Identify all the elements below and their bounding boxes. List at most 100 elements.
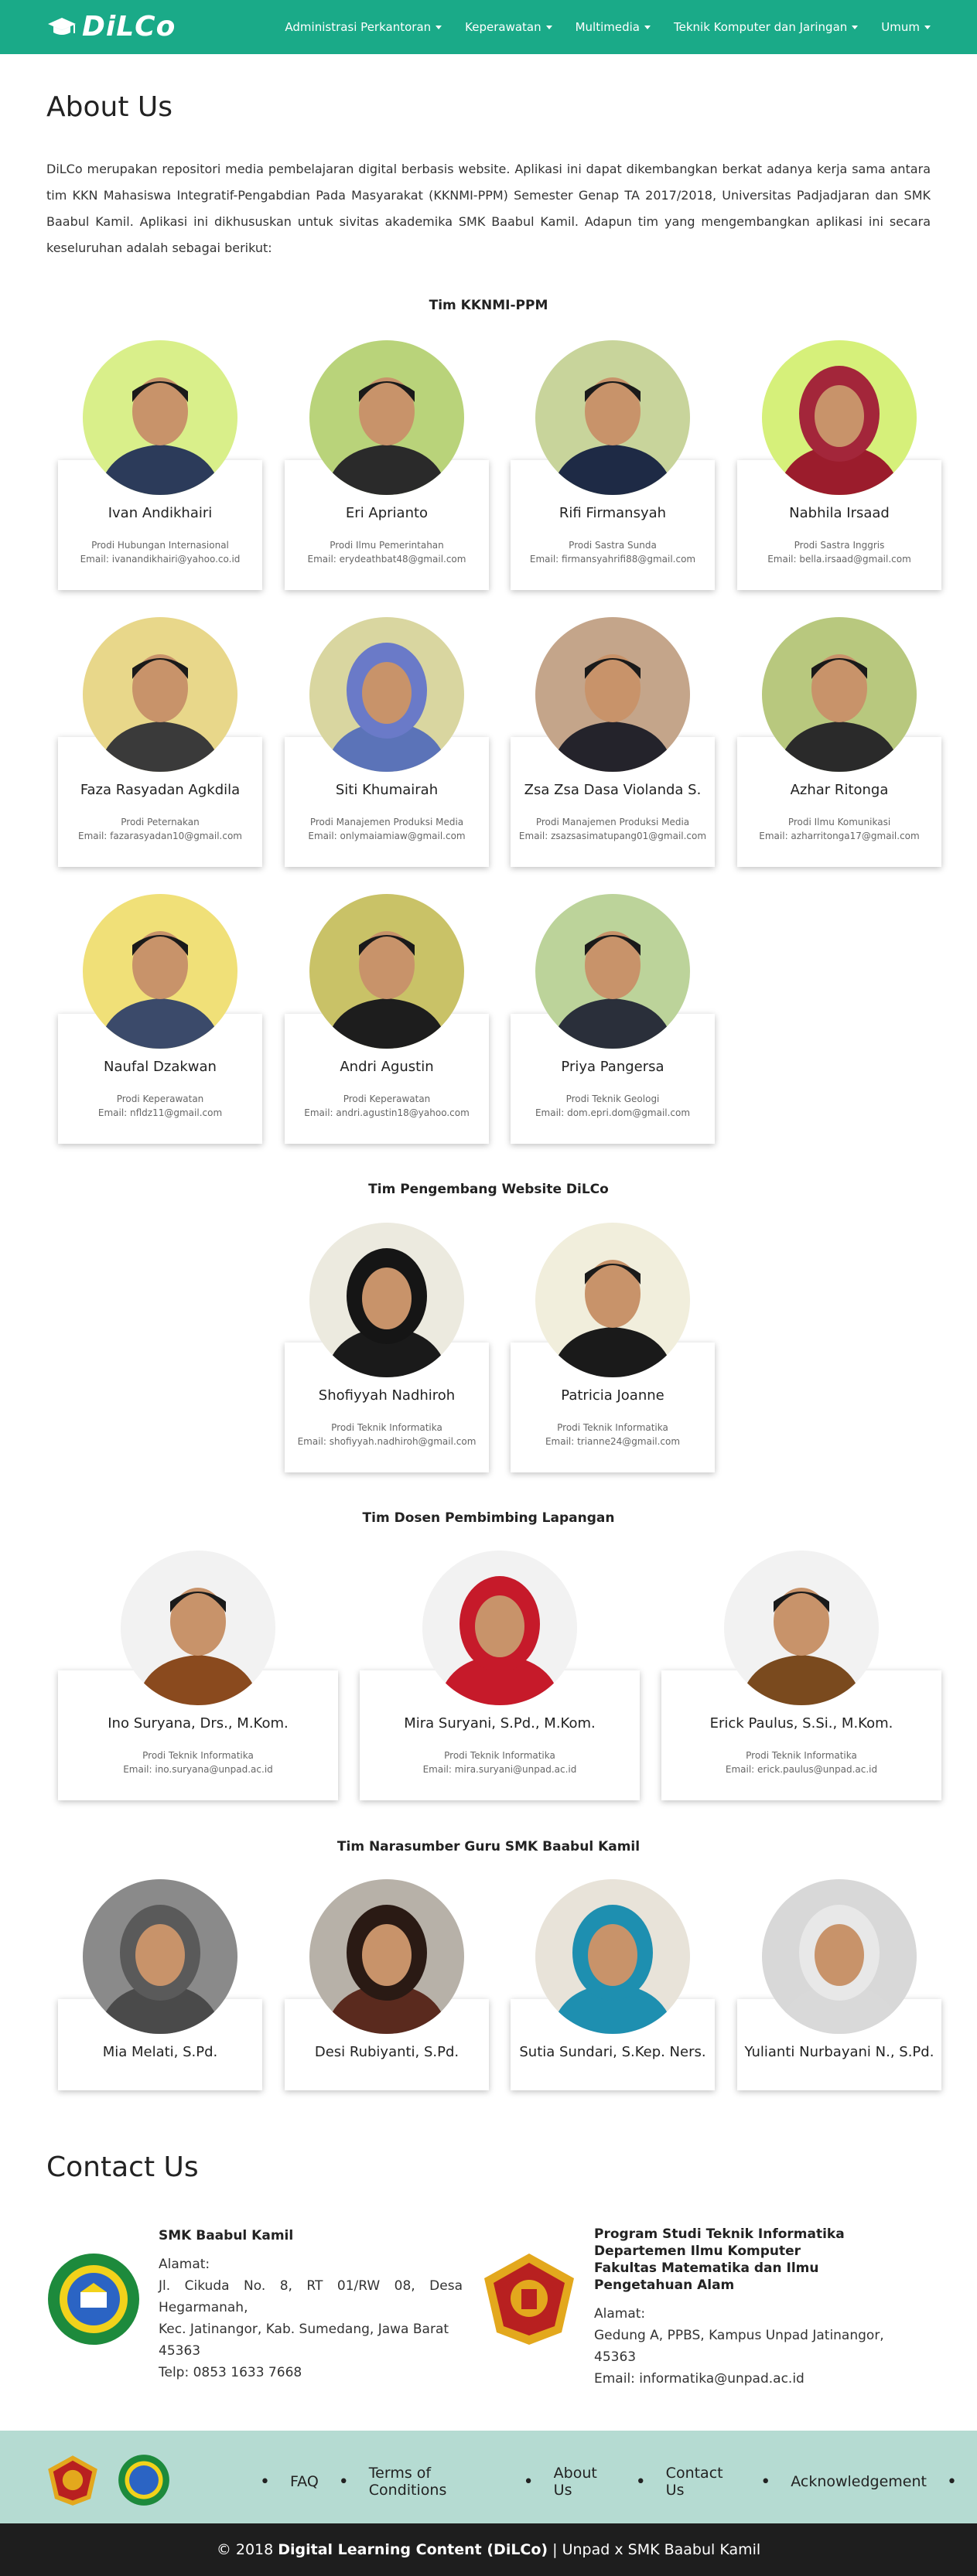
caret-down-icon: [924, 25, 931, 29]
member-prodi: Prodi Teknik Informatika: [746, 1750, 857, 1761]
member-email: Email: bella.irsaad@gmail.com: [767, 554, 911, 565]
contact-phone: Telp: 0853 1633 7668: [159, 2365, 302, 2380]
member-email: Email: andri.agustin18@yahoo.com: [304, 1107, 470, 1118]
caret-down-icon: [545, 25, 552, 29]
team-title-dosen: Tim Dosen Pembimbing Lapangan: [362, 1510, 615, 1526]
member-prodi: Prodi Keperawatan: [116, 1094, 204, 1104]
member-photo: [83, 894, 237, 1049]
smk-baabul-kamil-logo: [118, 2455, 169, 2506]
about-description: DiLCo merupakan repositori media pembela…: [46, 162, 931, 255]
member-photo: [535, 617, 690, 772]
member-photo: [535, 894, 690, 1049]
member-name: Erick Paulus, S.Si., M.Kom.: [709, 1715, 893, 1732]
footer-link-terms[interactable]: Terms of Conditions: [369, 2465, 504, 2499]
team-title-guru: Tim Narasumber Guru SMK Baabul Kamil: [336, 1839, 641, 1854]
contact-org-name: Program Studi Teknik Informatika: [594, 2226, 845, 2242]
address-line: Jl. Cikuda No. 8, RT 01/RW 08, Desa Hega…: [159, 2278, 463, 2315]
member-prodi: Prodi Peternakan: [121, 817, 200, 827]
menu-multimedia[interactable]: Multimedia: [576, 20, 651, 34]
menu-keperawatan[interactable]: Keperawatan: [465, 20, 552, 34]
member-name: Yulianti Nurbayani N., S.Pd.: [744, 2044, 934, 2060]
member-name: Shofiyyah Nadhiroh: [318, 1387, 456, 1404]
menu-administrasi-perkantoran[interactable]: Administrasi Perkantoran: [285, 20, 442, 34]
bullet-separator: •: [338, 2472, 349, 2492]
member-photo: [83, 1879, 237, 2034]
member-photo: [121, 1551, 275, 1705]
menu-umum[interactable]: Umum: [881, 20, 931, 34]
member-prodi: Prodi Sastra Sunda: [569, 540, 657, 551]
member-prodi: Prodi Ilmu Komunikasi: [787, 817, 891, 827]
member-photo: [535, 1223, 690, 1377]
caret-down-icon: [852, 25, 859, 29]
brand-name: DiLCo: [82, 11, 176, 43]
member-name: Andri Agustin: [340, 1059, 434, 1075]
member-prodi: Prodi Ilmu Pemerintahan: [330, 540, 444, 551]
footer-link-contact[interactable]: Contact Us: [666, 2465, 741, 2499]
member-email: Email: onlymaiamiaw@gmail.com: [308, 831, 466, 841]
footer-links: • FAQ • Terms of Conditions • About Us •…: [240, 2465, 977, 2499]
contact-faculty-name: Fakultas Matematika dan Ilmu Pengetahuan…: [594, 2260, 819, 2293]
caret-down-icon: [644, 25, 651, 29]
member-email: Email: trianne24@gmail.com: [545, 1436, 681, 1447]
caret-down-icon: [436, 25, 442, 29]
member-email: Email: shofiyyah.nadhiroh@gmail.com: [297, 1436, 477, 1447]
address-line: Gedung A, PPBS, Kampus Unpad Jatinangor,…: [594, 2328, 884, 2365]
member-prodi: Prodi Teknik Informatika: [444, 1750, 555, 1761]
unpad-logo: [48, 2455, 97, 2506]
member-photo: [83, 340, 237, 495]
member-prodi: Prodi Teknik Informatika: [331, 1422, 442, 1433]
contact-org-name: SMK Baabul Kamil: [159, 2228, 294, 2243]
member-name: Rifi Firmansyah: [559, 505, 667, 521]
bullet-separator: •: [523, 2472, 534, 2492]
menu-label: Umum: [881, 20, 920, 34]
contact-title: Contact Us: [46, 2151, 199, 2183]
member-name: Faza Rasyadan Agkdila: [80, 782, 241, 798]
contact-smk: SMK Baabul Kamil Alamat: Jl. Cikuda No. …: [159, 2227, 463, 2383]
footer-link-acknowledgement[interactable]: Acknowledgement: [791, 2473, 927, 2490]
contact-email: Email: informatika@unpad.ac.id: [594, 2371, 804, 2387]
member-name: Ivan Andikhairi: [108, 505, 213, 521]
address-line: Kec. Jatinangor, Kab. Sumedang, Jawa Bar…: [159, 2322, 449, 2359]
member-prodi: Prodi Manajemen Produksi Media: [535, 817, 690, 827]
member-photo: [762, 617, 917, 772]
member-name: Siti Khumairah: [335, 782, 439, 798]
team-title-kknmi: Tim KKNMI-PPM: [429, 298, 548, 313]
bullet-separator: •: [947, 2472, 957, 2492]
menu-label: Multimedia: [575, 20, 640, 34]
menu-tkj[interactable]: Teknik Komputer dan Jaringan: [674, 20, 859, 34]
member-email: Email: firmansyahrifi88@gmail.com: [529, 554, 696, 565]
member-name: Priya Pangersa: [561, 1059, 664, 1075]
contact-dept-name: Departemen Ilmu Komputer: [594, 2243, 801, 2259]
member-prodi: Prodi Teknik Informatika: [142, 1750, 254, 1761]
member-name: Zsa Zsa Dasa Violanda S.: [524, 782, 702, 798]
member-email: Email: ivanandikhairi@yahoo.co.id: [80, 554, 241, 565]
menu-label: Administrasi Perkantoran: [285, 20, 432, 34]
bullet-separator: •: [635, 2472, 646, 2492]
member-photo: [309, 340, 464, 495]
copyright-bar: © 2018 Digital Learning Content (DiLCo) …: [0, 2523, 977, 2576]
member-email: Email: dom.epri.dom@gmail.com: [535, 1107, 691, 1118]
member-name: Desi Rubiyanti, S.Pd.: [314, 2044, 459, 2060]
member-email: Email: nfldz11@gmail.com: [97, 1107, 223, 1118]
member-name: Mia Melati, S.Pd.: [102, 2044, 218, 2060]
footer-link-faq[interactable]: FAQ: [290, 2473, 319, 2490]
member-prodi: Prodi Keperawatan: [343, 1094, 431, 1104]
member-prodi: Prodi Hubungan Internasional: [91, 540, 229, 551]
member-email: Email: zsazsasimatupang01@gmail.com: [518, 831, 707, 841]
unpad-logo: [484, 2254, 574, 2345]
member-name: Naufal Dzakwan: [104, 1059, 217, 1075]
member-email: Email: fazarasyadan10@gmail.com: [78, 831, 242, 841]
footer-link-about[interactable]: About Us: [554, 2465, 616, 2499]
member-name: Nabhila Irsaad: [789, 505, 890, 521]
member-email: Email: erick.paulus@unpad.ac.id: [725, 1764, 878, 1775]
top-navbar: DiLCo Administrasi Perkantoran Keperawat…: [0, 0, 977, 54]
address-label: Alamat:: [594, 2306, 646, 2322]
address-label: Alamat:: [159, 2257, 210, 2272]
member-name: Sutia Sundari, S.Kep. Ners.: [519, 2044, 706, 2060]
menu-label: Keperawatan: [465, 20, 541, 34]
main-menu: Administrasi Perkantoran Keperawatan Mul…: [285, 0, 931, 54]
bullet-separator: •: [260, 2472, 270, 2492]
brand-logo-link[interactable]: DiLCo: [46, 11, 176, 43]
member-photo: [535, 340, 690, 495]
member-prodi: Prodi Teknik Geologi: [565, 1094, 660, 1104]
